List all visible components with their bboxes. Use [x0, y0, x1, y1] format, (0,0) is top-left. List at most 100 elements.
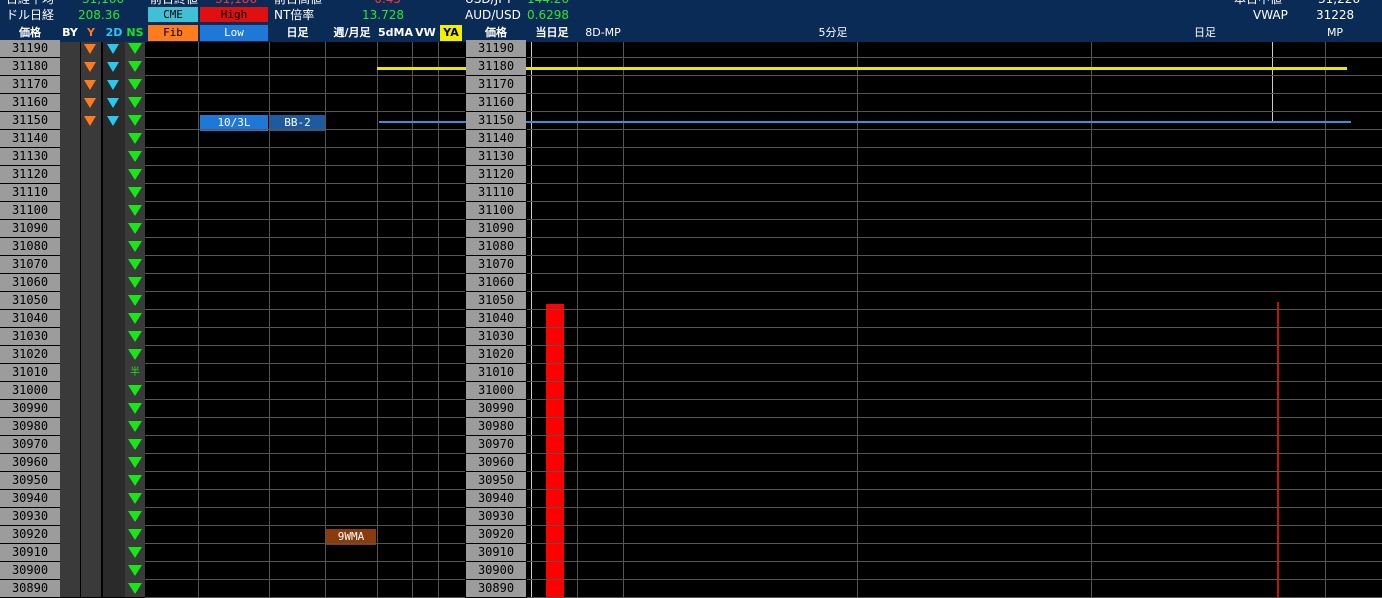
price-cell[interactable]: 31160: [0, 94, 60, 111]
grid-line: [145, 417, 465, 418]
header-8d-mp: 8D-MP: [585, 26, 621, 39]
price-cell[interactable]: 31180: [0, 58, 60, 75]
fib-tag[interactable]: Fib: [148, 25, 198, 41]
price-cell[interactable]: 31130: [0, 148, 60, 165]
low-tag[interactable]: Low: [200, 25, 268, 41]
price-cell[interactable]: 30920: [0, 526, 60, 543]
grid-line: [412, 42, 413, 597]
price-cell-2[interactable]: 31000: [466, 382, 526, 399]
grid-line: [1091, 165, 1382, 166]
price-cell-2[interactable]: 30960: [466, 454, 526, 471]
grid-line: [145, 507, 465, 508]
price-cell[interactable]: 31060: [0, 274, 60, 291]
vwap-value: 31228: [1316, 8, 1355, 22]
grid-line: [1091, 435, 1382, 436]
price-cell[interactable]: 31150: [0, 112, 60, 129]
price-cell-2[interactable]: 31190: [466, 40, 526, 57]
price-cell-2[interactable]: 31050: [466, 292, 526, 309]
price-cell[interactable]: 30970: [0, 436, 60, 453]
price-cell-2[interactable]: 30970: [466, 436, 526, 453]
price-cell[interactable]: 30950: [0, 472, 60, 489]
grid-line: [145, 291, 465, 292]
price-cell-2[interactable]: 31010: [466, 364, 526, 381]
ns-down-triangle-icon: [128, 79, 142, 90]
price-cell[interactable]: 31040: [0, 310, 60, 327]
price-cell-2[interactable]: 31170: [466, 76, 526, 93]
grid-line: [1091, 543, 1382, 544]
price-cell[interactable]: 30960: [0, 454, 60, 471]
price-cell-2[interactable]: 30930: [466, 508, 526, 525]
grid-line: [145, 561, 465, 562]
price-cell[interactable]: 31090: [0, 220, 60, 237]
price-cell-2[interactable]: 31180: [466, 58, 526, 75]
header-today-daily: 当日足: [535, 26, 569, 39]
price-cell[interactable]: 31080: [0, 238, 60, 255]
grid-line: [1091, 525, 1382, 526]
header-mp: MP: [1326, 26, 1344, 39]
price-cell[interactable]: 31140: [0, 130, 60, 147]
price-cell-2[interactable]: 31160: [466, 94, 526, 111]
price-cell[interactable]: 31110: [0, 184, 60, 201]
price-cell-2[interactable]: 31020: [466, 346, 526, 363]
price-cell-2[interactable]: 30890: [466, 580, 526, 597]
grid-line: [1091, 561, 1382, 562]
price-cell[interactable]: 30890: [0, 580, 60, 597]
price-cell[interactable]: 30900: [0, 562, 60, 579]
price-cell[interactable]: 30940: [0, 490, 60, 507]
price-cell-2[interactable]: 31040: [466, 310, 526, 327]
top-info-item: 31,226: [1318, 0, 1360, 6]
price-cell[interactable]: 31100: [0, 202, 60, 219]
ns-down-triangle-icon: [128, 169, 142, 180]
y-down-triangle-icon: [84, 44, 96, 54]
price-cell[interactable]: 31070: [0, 256, 60, 273]
ns-down-triangle-icon: [128, 583, 142, 594]
price-cell-2[interactable]: 31120: [466, 166, 526, 183]
grid-line: [1091, 255, 1382, 256]
price-cell-2[interactable]: 30990: [466, 400, 526, 417]
price-cell-2[interactable]: 31110: [466, 184, 526, 201]
top-info-item: 144.26: [527, 0, 569, 6]
price-cell-2[interactable]: 31070: [466, 256, 526, 273]
price-cell[interactable]: 31020: [0, 346, 60, 363]
header-weekly-monthly: 週/月足: [333, 26, 371, 39]
price-cell[interactable]: 30910: [0, 544, 60, 561]
grid-line: [1091, 147, 1382, 148]
price-cell-2[interactable]: 31150: [466, 112, 526, 129]
grid-line: [377, 42, 378, 597]
price-cell[interactable]: 30990: [0, 400, 60, 417]
price-cell-2[interactable]: 31140: [466, 130, 526, 147]
price-cell-2[interactable]: 31090: [466, 220, 526, 237]
price-cell-2[interactable]: 31130: [466, 148, 526, 165]
price-cell-2[interactable]: 30950: [466, 472, 526, 489]
price-cell-2[interactable]: 30900: [466, 562, 526, 579]
price-cell[interactable]: 31050: [0, 292, 60, 309]
price-cell-2[interactable]: 31030: [466, 328, 526, 345]
grid-line: [145, 363, 465, 364]
price-cell-2[interactable]: 30980: [466, 418, 526, 435]
price-cell-2[interactable]: 30920: [466, 526, 526, 543]
ns-down-triangle-icon: [128, 187, 142, 198]
price-cell[interactable]: 31030: [0, 328, 60, 345]
header-daily: 日足: [286, 26, 309, 39]
ns-down-triangle-icon: [128, 259, 142, 270]
2d-down-triangle-icon: [107, 98, 119, 108]
price-cell-2[interactable]: 31060: [466, 274, 526, 291]
price-cell[interactable]: 31170: [0, 76, 60, 93]
price-cell[interactable]: 30930: [0, 508, 60, 525]
price-cell[interactable]: 31190: [0, 40, 60, 57]
price-cell-2[interactable]: 30910: [466, 544, 526, 561]
cme-tag[interactable]: CME: [148, 7, 198, 22]
grid-line: [145, 543, 465, 544]
ns-down-triangle-icon: [128, 493, 142, 504]
price-cell-2[interactable]: 31100: [466, 202, 526, 219]
price-cell[interactable]: 31120: [0, 166, 60, 183]
price-cell[interactable]: 30980: [0, 418, 60, 435]
price-cell-2[interactable]: 31080: [466, 238, 526, 255]
price-cell[interactable]: 31010: [0, 364, 60, 381]
high-tag[interactable]: High: [200, 7, 268, 22]
ns-down-triangle-icon: [128, 313, 142, 324]
top-info-item: 31,166: [82, 0, 124, 6]
ns-down-triangle-icon: [128, 277, 142, 288]
price-cell-2[interactable]: 30940: [466, 490, 526, 507]
price-cell[interactable]: 31000: [0, 382, 60, 399]
